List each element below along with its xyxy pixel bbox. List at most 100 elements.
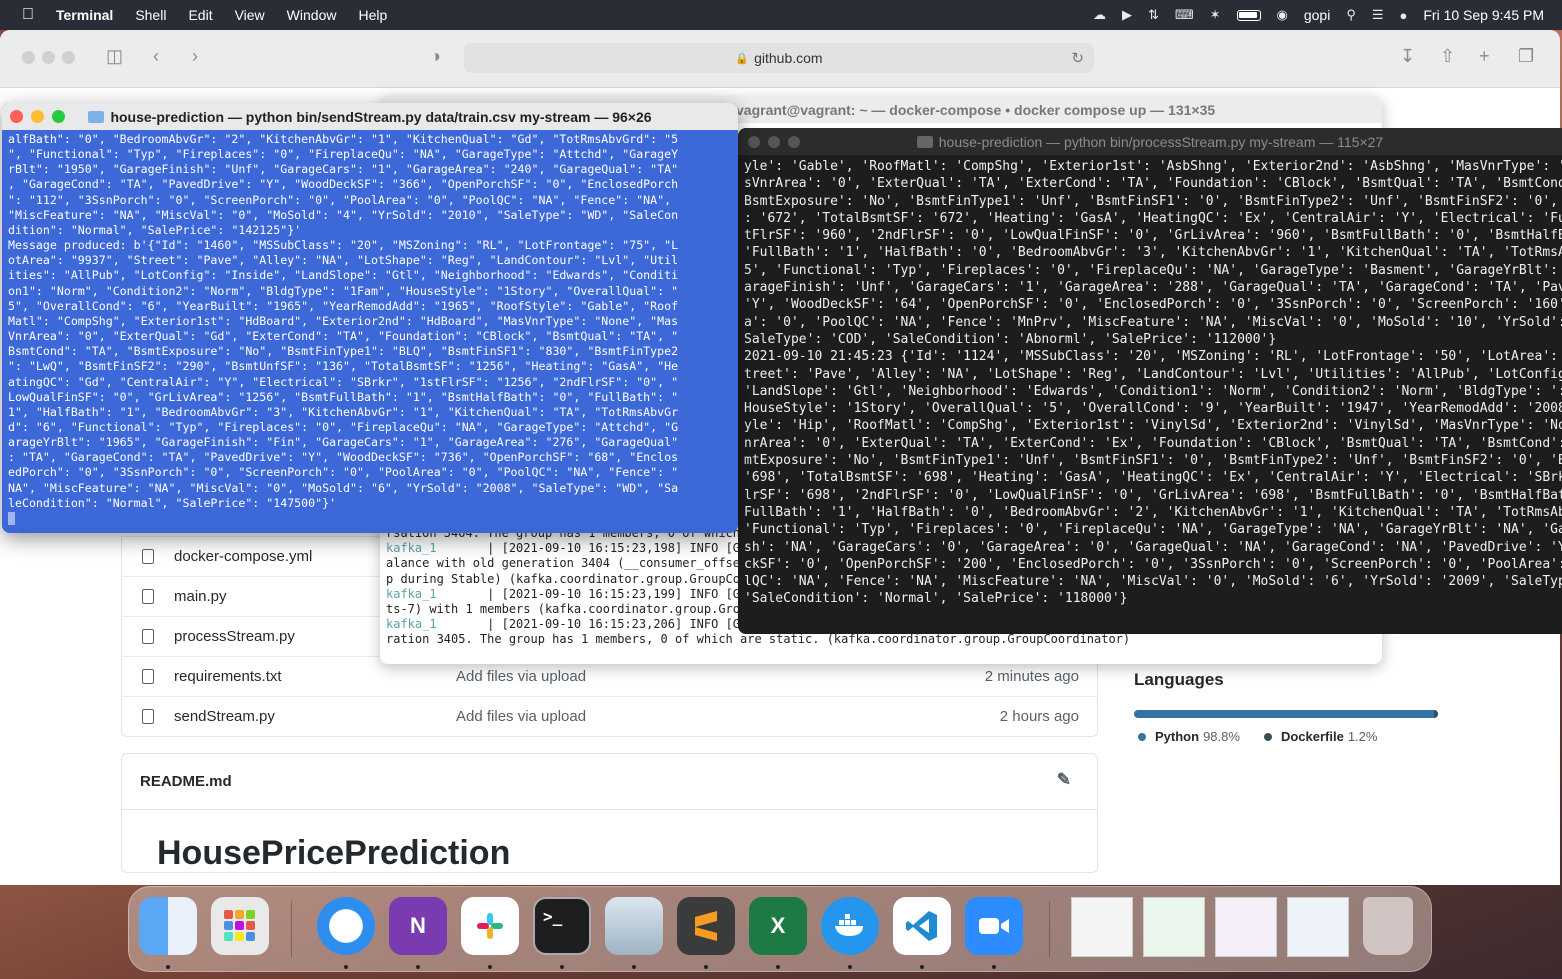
terminal-output[interactable]: alfBath": "0", "BedroomAbvGr": "2", "Kit… [2,130,738,529]
menu-bar:  Terminal Shell Edit View Window Help ☁… [0,0,1562,30]
edit-pencil-icon[interactable]: ✎ [1057,770,1071,790]
menu-clock[interactable]: Fri 10 Sep 9:45 PM [1423,7,1544,23]
terminal-icon[interactable]: >_ [533,897,591,955]
running-indicator [166,965,170,969]
back-icon[interactable]: ‹ [153,46,159,67]
terminal-line: NA", "MiscFeature": "NA", "MiscVal": "0"… [8,480,679,495]
docker-whale-icon [835,914,863,936]
network-activity-icon[interactable]: ⇅ [1148,7,1159,23]
readme-header: README.md ✎ [122,754,1097,810]
finder-icon[interactable] [139,897,197,955]
commit-message[interactable]: Add files via upload [456,708,586,725]
terminal-line: ities": "AllPub", "LotConfig": "Inside",… [8,268,679,283]
zoom-button[interactable] [62,51,75,64]
close-button[interactable] [10,110,23,123]
running-indicator [416,965,420,969]
terminal-send-stream[interactable]: house-prediction — python bin/sendStream… [2,103,738,533]
running-indicator [992,965,996,969]
terminal-line: edPorch": "0", "3SsnPorch": "0", "Screen… [8,465,679,480]
safari-icon[interactable] [317,897,375,955]
menu-view[interactable]: View [235,7,265,23]
minimized-window-thumbnail[interactable] [1215,897,1277,957]
new-tab-icon[interactable]: + [1479,46,1490,67]
sidebar-toggle-icon[interactable]: ◫ [106,46,123,67]
vscode-icon[interactable] [893,897,951,955]
terminal-line: ration 3405. The group has 1 members, 0 … [386,632,1340,647]
file-icon [142,669,154,684]
terminal-line: ckSF': '0', 'OpenPorchSF': '200', 'Enclo… [744,556,1562,572]
safari-toolbar: ◫ ‹ › ◑ 🔒 github.com ↻ ↧ ⇧ + ❐ [0,30,1560,88]
privacy-shield-icon[interactable]: ◑ [430,46,441,67]
minimized-window-thumbnail[interactable] [1071,897,1133,957]
terminal-line: alfBath": "0", "BedroomAbvGr": "2", "Kit… [8,132,679,146]
forward-icon[interactable]: › [192,46,198,67]
close-button[interactable] [22,51,35,64]
onenote-icon[interactable]: N [389,897,447,955]
wifi-icon[interactable]: ◉ [1277,7,1288,23]
docker-icon[interactable] [821,897,879,955]
terminal-line: sh': 'NA', 'GarageCars': '0', 'GarageAre… [744,539,1562,555]
dock-separator [1049,901,1050,957]
menu-window[interactable]: Window [287,7,337,23]
terminal-line: , "GarageCond": "TA", "PavedDrive": "Y",… [8,177,679,192]
zoom-button[interactable] [788,136,800,148]
terminal-line: otArea": "9937", "Street": "Pave", "Alle… [8,253,679,268]
terminal-line: BsmtCond": "TA", "BsmtExposure": "No", "… [8,344,679,359]
terminal-line: 2021-09-10 21:45:23 {'Id': '1124', 'MSSu… [744,349,1562,365]
menu-shell[interactable]: Shell [135,7,166,23]
terminal-process-stream[interactable]: house-prediction — python bin/processStr… [738,128,1562,634]
user-name[interactable]: gopi [1304,7,1330,23]
close-button[interactable] [748,136,760,148]
minimized-window-thumbnail[interactable] [1143,897,1205,957]
share-icon[interactable]: ⇧ [1440,46,1455,67]
minimize-button[interactable] [31,110,44,123]
language-item-dockerfile[interactable]: Dockerfile 1.2% [1263,729,1377,744]
language-dot-icon [1138,733,1146,741]
terminal-line: 5', 'Functional': 'Typ', 'Fireplaces': '… [744,262,1562,278]
spotlight-search-icon[interactable]: ⚲ [1346,7,1356,23]
excel-icon[interactable]: X [749,897,807,955]
minimized-window-thumbnail[interactable] [1287,897,1349,957]
minimize-button[interactable] [42,51,55,64]
bluetooth-icon[interactable]: ✶ [1210,7,1221,23]
downloads-icon[interactable]: ↧ [1400,46,1415,67]
trash-icon[interactable] [1363,897,1413,955]
zoom-icon[interactable] [965,897,1023,955]
terminal-title[interactable]: house-prediction — python bin/processStr… [738,128,1562,155]
file-icon [142,589,154,604]
running-indicator [344,965,348,969]
battery-icon[interactable] [1236,9,1261,21]
launchpad-icon[interactable] [211,897,269,955]
terminal-output[interactable]: yle': 'Gable', 'RoofMatl': 'CompShg', 'E… [738,155,1562,611]
language-item-python[interactable]: Python 98.8% [1138,729,1240,744]
preview-icon[interactable] [605,897,663,955]
file-icon [142,709,154,724]
terminal-title[interactable]: house-prediction — python bin/sendStream… [2,103,738,130]
terminal-line: 'LandSlope': 'Gtl', 'Neighborhood': 'Edw… [744,383,1562,399]
keyboard-icon[interactable]: ⌨ [1175,7,1194,23]
cloud-sync-icon[interactable]: ☁ [1093,7,1106,23]
commit-message[interactable]: Add files via upload [456,668,586,685]
file-name[interactable]: requirements.txt [174,668,456,685]
menu-edit[interactable]: Edit [188,7,212,23]
control-center-icon[interactable]: ☰ [1372,7,1384,23]
terminal-line: lrSF': '698', '2ndFlrSF': '0', 'LowQualF… [744,487,1562,503]
siri-icon[interactable]: ● [1400,8,1408,23]
terminal-line: 'Y', 'WoodDeckSF': '64', 'OpenPorchSF': … [744,297,1562,313]
file-row[interactable]: sendStream.py Add files via upload 2 hou… [122,696,1097,736]
reload-icon[interactable]: ↻ [1071,49,1084,67]
language-dot-icon [1263,733,1272,741]
language-bar-dockerfile [1434,710,1438,718]
zoom-button[interactable] [52,110,65,123]
menu-help[interactable]: Help [358,7,387,23]
minimize-button[interactable] [768,136,780,148]
file-name[interactable]: sendStream.py [174,708,456,725]
sublime-text-icon[interactable] [677,897,735,955]
slack-icon[interactable] [461,897,519,955]
play-icon[interactable]: ▶ [1122,7,1132,23]
menu-app-name[interactable]: Terminal [56,7,113,23]
url-text: github.com [754,50,823,66]
apple-menu-icon[interactable]:  [22,6,34,24]
address-bar[interactable]: 🔒 github.com ↻ [464,43,1094,73]
tab-overview-icon[interactable]: ❐ [1518,46,1534,67]
